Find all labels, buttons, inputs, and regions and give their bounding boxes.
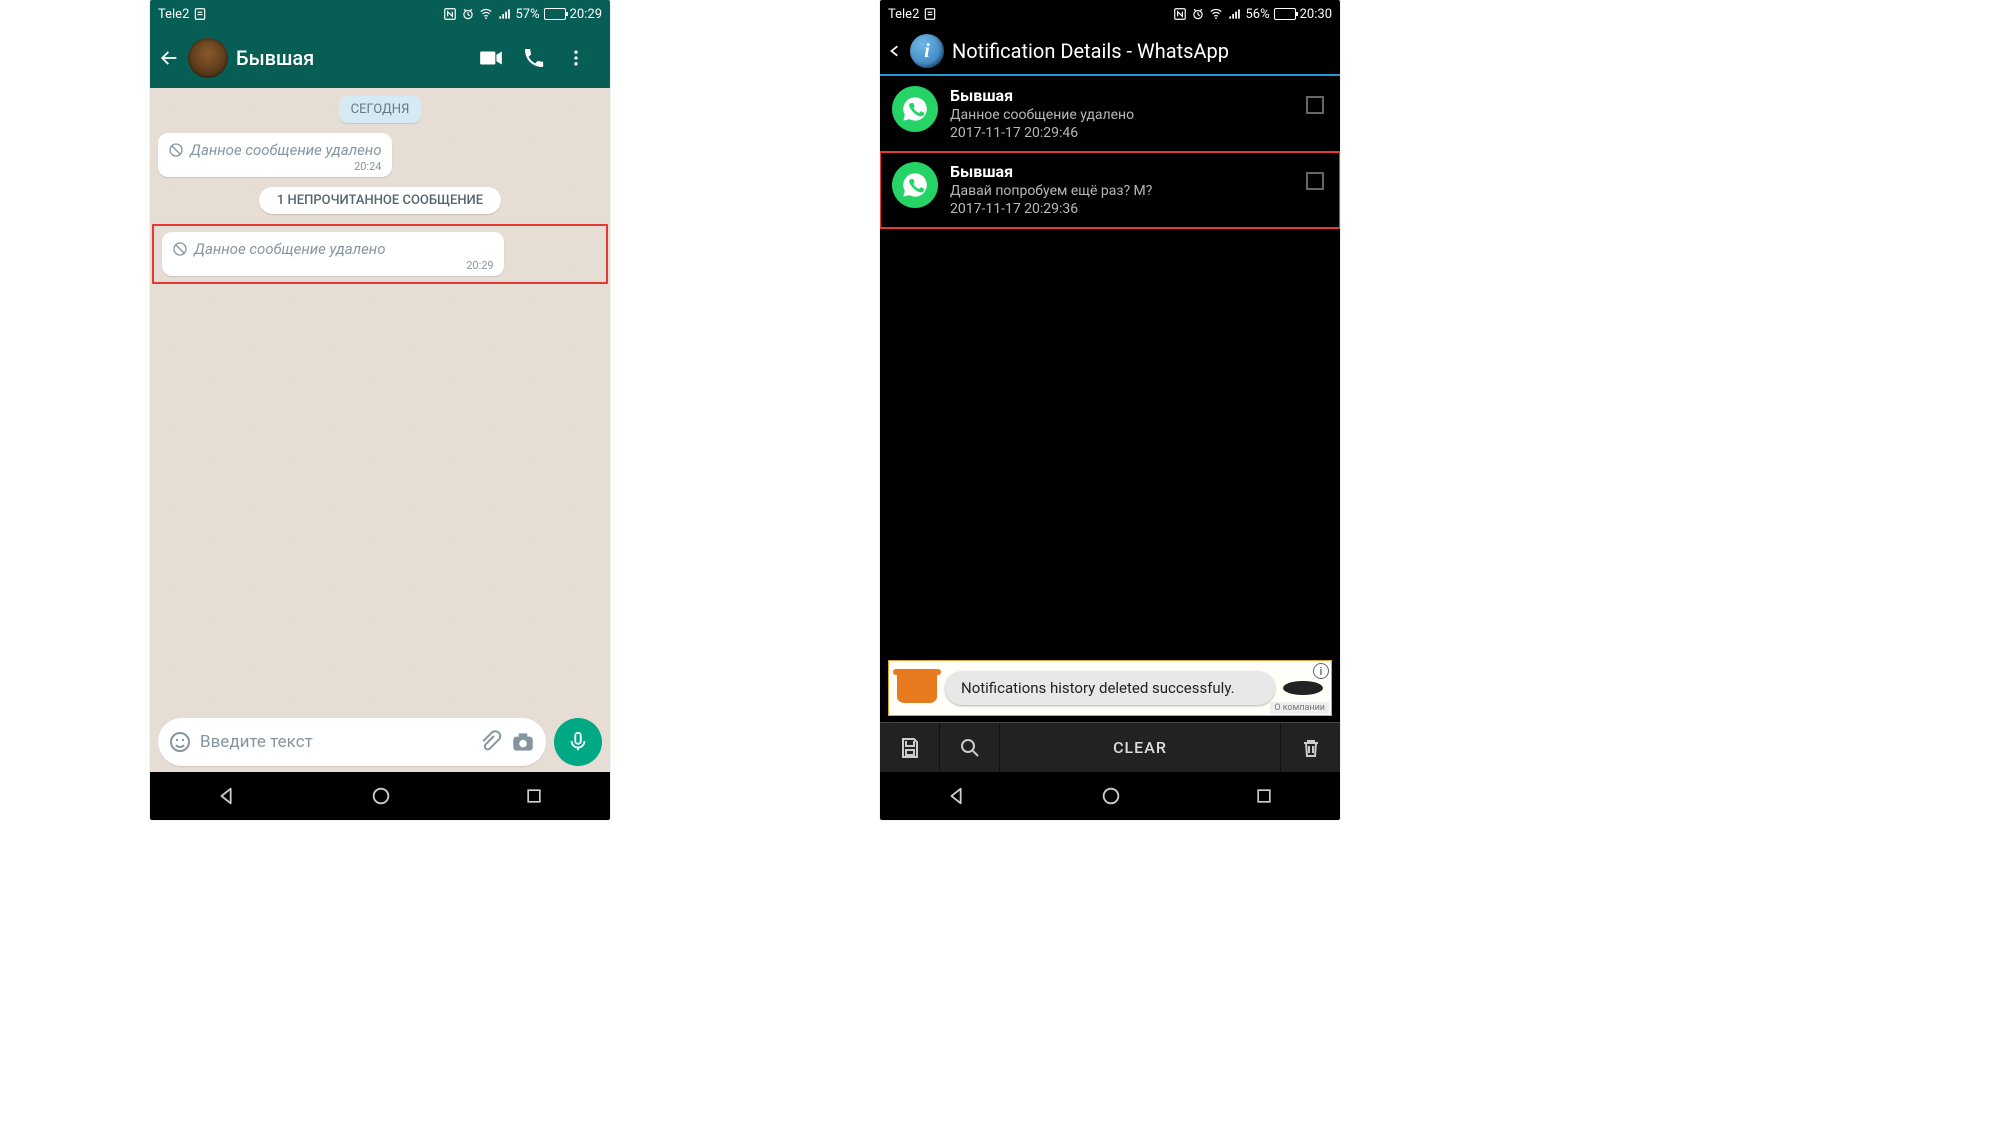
delete-button[interactable]	[1280, 723, 1340, 772]
select-checkbox[interactable]	[1306, 96, 1324, 114]
clear-button[interactable]: CLEAR	[1000, 738, 1280, 757]
clock: 20:30	[1300, 7, 1332, 22]
phone-whatsapp: Tele2 57% 20:29 Бывшая СЕГОДНЯ	[150, 0, 610, 820]
block-icon	[168, 142, 184, 158]
input-placeholder: Введите текст	[200, 732, 470, 752]
status-bar: Tele2 57% 20:29	[150, 0, 610, 28]
status-bar: Tele2 56% 20:30	[880, 0, 1340, 28]
notification-item[interactable]: Бывшая Данное сообщение удалено 2017-11-…	[880, 76, 1340, 152]
voice-call-button[interactable]	[522, 46, 558, 70]
highlight-annotation: Данное сообщение удалено 20:29	[152, 224, 608, 284]
android-navbar	[880, 772, 1340, 820]
chat-header: Бывшая	[150, 28, 610, 88]
notification-item[interactable]: Бывшая Давай попробуем ещё раз? М? 2017-…	[880, 152, 1340, 228]
ad-about-label[interactable]: О компании	[1270, 702, 1329, 714]
notification-message: Давай попробуем ещё раз? М?	[950, 183, 1294, 199]
sim-icon	[923, 7, 937, 21]
sim-icon	[193, 7, 207, 21]
ad-info-icon[interactable]: i	[1313, 663, 1329, 679]
clock: 20:29	[570, 7, 602, 22]
alarm-icon	[461, 7, 475, 21]
carrier-label: Tele2	[888, 7, 937, 22]
carrier-label: Tele2	[158, 7, 207, 22]
bottom-toolbar: CLEAR	[880, 722, 1340, 772]
ad-banner[interactable]: Notifications history deleted successful…	[888, 660, 1332, 716]
block-icon	[172, 241, 188, 257]
notification-timestamp: 2017-11-17 20:29:36	[950, 201, 1294, 217]
date-separator: СЕГОДНЯ	[339, 96, 422, 123]
nav-recent[interactable]	[1254, 786, 1274, 806]
search-button[interactable]	[940, 723, 1000, 772]
message-input[interactable]: Введите текст	[158, 718, 546, 766]
nav-home[interactable]	[370, 785, 392, 807]
nfc-icon	[1173, 7, 1187, 21]
emoji-icon[interactable]	[168, 730, 192, 754]
more-menu-button[interactable]	[566, 48, 602, 68]
whatsapp-icon	[892, 86, 938, 132]
header-title: Notification Details - WhatsApp	[952, 39, 1229, 63]
contact-avatar[interactable]	[188, 38, 228, 78]
battery-percent: 57%	[515, 7, 539, 22]
message-deleted[interactable]: Данное сообщение удалено 20:24	[158, 133, 392, 177]
input-bar: Введите текст	[150, 712, 610, 772]
wifi-icon	[479, 7, 493, 21]
deleted-text: Данное сообщение удалено	[190, 141, 382, 159]
alarm-icon	[1191, 7, 1205, 21]
wifi-icon	[1209, 7, 1223, 21]
nav-back[interactable]	[216, 785, 238, 807]
notification-list[interactable]: Бывшая Данное сообщение удалено 2017-11-…	[880, 76, 1340, 722]
nav-back[interactable]	[946, 785, 968, 807]
nav-home[interactable]	[1100, 785, 1122, 807]
message-time: 20:24	[354, 160, 381, 173]
toast-message: Notifications history deleted successful…	[945, 671, 1275, 705]
message-time: 20:29	[466, 259, 493, 272]
nfc-icon	[443, 7, 457, 21]
notification-message: Данное сообщение удалено	[950, 107, 1294, 123]
back-button[interactable]	[158, 47, 180, 69]
mic-button[interactable]	[554, 718, 602, 766]
notification-timestamp: 2017-11-17 20:29:46	[950, 125, 1294, 141]
message-deleted[interactable]: Данное сообщение удалено 20:29	[162, 232, 504, 276]
whatsapp-icon	[892, 162, 938, 208]
select-checkbox[interactable]	[1306, 172, 1324, 190]
phone-notification-history: Tele2 56% 20:30 i Notification Details -…	[880, 0, 1340, 820]
notification-sender: Бывшая	[950, 162, 1294, 181]
android-navbar	[150, 772, 610, 820]
deleted-text: Данное сообщение удалено	[194, 240, 386, 258]
signal-icon	[1227, 7, 1241, 21]
back-button[interactable]	[888, 41, 902, 61]
contact-name[interactable]: Бывшая	[236, 46, 470, 70]
nav-recent[interactable]	[524, 786, 544, 806]
ad-pot-icon	[897, 673, 937, 703]
ad-pan-icon	[1283, 681, 1323, 695]
unread-banner: 1 НЕПРОЧИТАННОЕ СООБЩЕНИЕ	[259, 187, 501, 214]
battery-percent: 56%	[1245, 7, 1269, 22]
attach-icon[interactable]	[478, 730, 502, 754]
chat-area[interactable]: СЕГОДНЯ Данное сообщение удалено 20:24 1…	[150, 88, 610, 712]
notification-sender: Бывшая	[950, 86, 1294, 105]
info-icon: i	[910, 34, 944, 68]
signal-icon	[497, 7, 511, 21]
app-header: i Notification Details - WhatsApp	[880, 28, 1340, 76]
save-button[interactable]	[880, 723, 940, 772]
battery-icon	[1274, 8, 1296, 20]
battery-icon	[544, 8, 566, 20]
camera-icon[interactable]	[510, 729, 536, 755]
video-call-button[interactable]	[478, 45, 514, 71]
